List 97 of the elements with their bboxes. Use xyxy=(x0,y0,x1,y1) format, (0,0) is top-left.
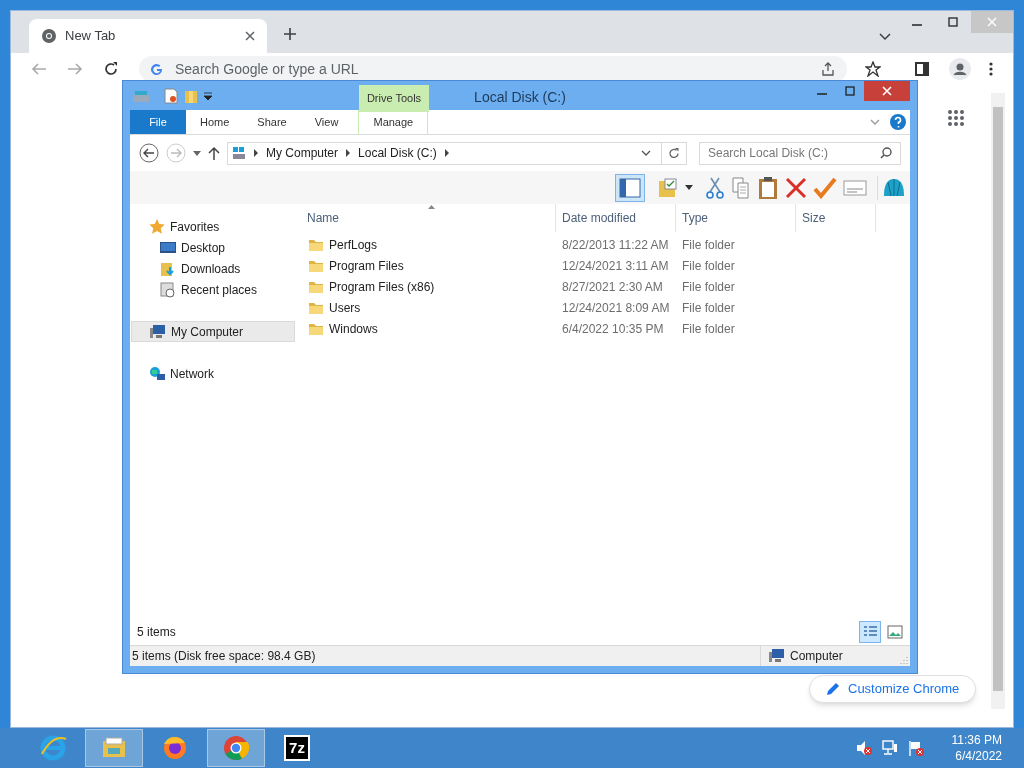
taskbar-button[interactable] xyxy=(207,729,265,767)
search-field[interactable]: Search Local Disk (C:) xyxy=(699,141,901,165)
chevron-down-icon[interactable] xyxy=(641,150,651,156)
computer-icon xyxy=(769,648,785,664)
nav-item[interactable]: Favorites xyxy=(131,216,295,237)
nav-item[interactable]: My Computer xyxy=(131,321,295,342)
chrome-logo-icon xyxy=(222,734,250,762)
apps-icon[interactable] xyxy=(948,110,964,126)
resize-grip-icon xyxy=(900,656,908,664)
status-text: 5 items (Disk free space: 98.4 GB) xyxy=(131,648,317,665)
dropdown-icon[interactable] xyxy=(685,185,693,190)
address-bar[interactable]: My Computer Local Disk (C:) xyxy=(227,141,687,165)
network-icon xyxy=(149,365,165,382)
column-header[interactable]: Type xyxy=(676,204,796,232)
help-icon[interactable] xyxy=(890,114,906,130)
customize-chrome-button[interactable]: Customize Chrome xyxy=(809,675,977,703)
table-cell-text: 12/24/2021 8:09 AM xyxy=(561,299,671,317)
table-cell-text: 12/24/2021 3:11 AM xyxy=(561,257,670,275)
folder-check-icon[interactable] xyxy=(657,176,679,199)
flag-icon[interactable] xyxy=(907,740,924,756)
details-view-icon[interactable] xyxy=(859,621,881,643)
nav-item[interactable]: Network xyxy=(131,363,295,384)
more-icon[interactable] xyxy=(989,62,993,76)
table-cell-text: 8/27/2021 2:30 AM xyxy=(561,278,664,296)
share-icon[interactable] xyxy=(821,62,835,76)
clipboard-icon[interactable] xyxy=(757,175,779,200)
table-cell-text: File folder xyxy=(681,320,736,338)
file-name[interactable]: PerfLogs xyxy=(329,235,378,254)
dropdown-icon[interactable] xyxy=(193,150,201,156)
arrow-right-icon xyxy=(254,149,258,157)
chevron-down-icon[interactable] xyxy=(879,33,891,41)
arrow-right-icon xyxy=(346,149,351,157)
side-panel-icon[interactable] xyxy=(915,62,929,76)
computer-icon xyxy=(232,146,246,160)
column-header[interactable]: Date modified xyxy=(556,204,676,232)
ribbon-tab[interactable]: Manage xyxy=(358,110,429,134)
nav-item[interactable]: Recent places xyxy=(131,279,295,300)
star-icon xyxy=(149,218,165,235)
ribbon-tab[interactable]: View xyxy=(300,110,353,134)
speaker-muted-icon[interactable] xyxy=(855,740,872,756)
preview-pane-icon[interactable] xyxy=(615,173,645,202)
nav-item[interactable]: Downloads xyxy=(131,258,295,279)
arrow-right-icon xyxy=(444,149,449,157)
breadcrumb-item[interactable]: My Computer xyxy=(266,144,339,162)
ribbon-tab[interactable]: Share xyxy=(243,110,301,134)
window-title: Local Disk (C:) xyxy=(474,88,566,107)
google-icon xyxy=(151,63,163,75)
star-icon[interactable] xyxy=(865,61,881,77)
close-icon[interactable] xyxy=(245,31,255,41)
table-cell-text: File folder xyxy=(681,299,736,317)
recent-icon xyxy=(160,281,176,298)
nav-item[interactable]: Desktop xyxy=(131,237,295,258)
search-icon xyxy=(880,147,892,159)
status-location: Computer xyxy=(790,648,843,665)
item-count: 5 items xyxy=(137,624,176,641)
table-cell-text: File folder xyxy=(681,278,736,296)
new-tab-icon[interactable] xyxy=(283,27,297,41)
chrome-logo-icon xyxy=(41,28,57,44)
network-icon[interactable] xyxy=(881,740,898,756)
clock-date[interactable]: 6/4/2022 xyxy=(955,748,1002,764)
delete-icon[interactable] xyxy=(785,176,807,199)
file-name[interactable]: Program Files (x86) xyxy=(329,277,435,296)
address-bar[interactable]: Search Google or type a URL xyxy=(139,56,847,82)
up-icon[interactable] xyxy=(208,146,220,160)
ribbon-tab[interactable]: File xyxy=(130,110,186,134)
file-name[interactable]: Windows xyxy=(329,319,378,338)
taskbar-button[interactable]: 7z xyxy=(268,729,326,767)
context-tab-group: Drive Tools xyxy=(359,85,429,112)
table-cell-text: 6/4/2022 10:35 PM xyxy=(561,320,665,338)
downloads-icon xyxy=(160,260,176,277)
desktop-icon xyxy=(160,239,176,256)
dropdown-icon[interactable] xyxy=(204,91,212,100)
file-name[interactable]: Users xyxy=(329,298,361,317)
breadcrumb-item[interactable]: Local Disk (C:) xyxy=(358,144,437,162)
scrollbar[interactable] xyxy=(991,93,1005,709)
scissors-icon[interactable] xyxy=(705,176,725,199)
clock-time[interactable]: 11:36 PM xyxy=(951,732,1002,748)
document-icon[interactable] xyxy=(164,87,178,104)
computer-icon xyxy=(150,323,166,340)
table-cell-text: File folder xyxy=(681,236,736,254)
fox-logo-icon xyxy=(161,734,189,762)
file-name[interactable]: Program Files xyxy=(329,256,404,275)
taskbar-button[interactable] xyxy=(85,729,143,767)
column-header[interactable]: Size xyxy=(796,204,876,232)
browser-tab[interactable]: New Tab xyxy=(29,19,267,53)
back-icon[interactable] xyxy=(139,143,159,163)
profile-icon[interactable] xyxy=(949,58,971,80)
checkmark-icon[interactable] xyxy=(813,176,837,199)
ribbon-tab[interactable]: Home xyxy=(186,110,244,134)
copy-icon[interactable] xyxy=(731,176,751,199)
table-cell-text: 8/22/2013 11:22 AM xyxy=(561,236,670,254)
column-header[interactable]: Name xyxy=(295,204,556,232)
pencil-icon xyxy=(826,682,840,696)
forward-icon[interactable] xyxy=(67,62,83,76)
reload-icon[interactable] xyxy=(103,61,119,77)
table-cell-text: File folder xyxy=(681,257,736,275)
e-logo-icon xyxy=(39,734,67,762)
